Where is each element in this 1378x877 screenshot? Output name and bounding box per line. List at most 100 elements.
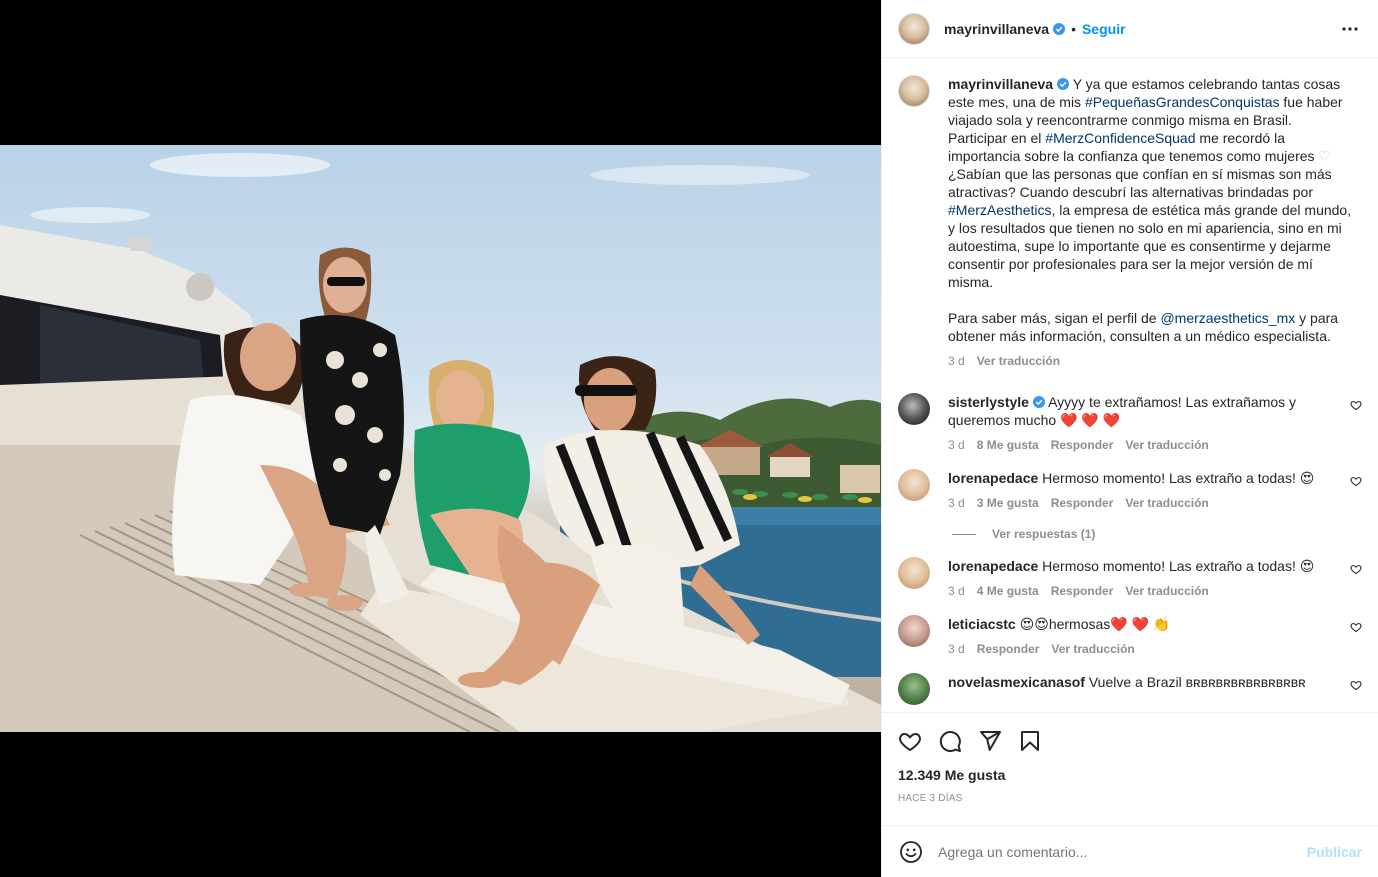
hashtag-link[interactable]: #MerzAesthetics (948, 202, 1051, 218)
comment-item: lorenapedace Hermoso momento! Las extrañ… (898, 557, 1362, 599)
commenter-username[interactable]: lorenapedace (948, 558, 1038, 574)
hearts-emoji: ❤️ ❤️ ❤️ (1060, 412, 1121, 428)
hearts-clap-emoji: ❤️ ❤️ 👏 (1110, 616, 1171, 632)
small-heart-icon[interactable] (1350, 563, 1362, 575)
commenter-username[interactable]: novelasmexicanasof (948, 674, 1085, 690)
hashtag-link[interactable]: #MerzConfidenceSquad (1045, 130, 1195, 146)
comment-text: Hermoso momento! Las extraño a todas! (1042, 558, 1300, 574)
caption-username[interactable]: mayrinvillaneva (948, 76, 1053, 92)
hashtag-link[interactable]: #PequeñasGrandesConquistas (1085, 94, 1280, 110)
small-heart-icon[interactable] (1350, 475, 1362, 487)
post-timestamp[interactable]: Hace 3 días (898, 793, 1362, 804)
comment-time: 3 d (948, 584, 965, 598)
small-heart-icon[interactable] (1350, 679, 1362, 691)
comment-meta: 3 d Responder Ver traducción (948, 641, 1334, 657)
verified-badge-icon (1057, 78, 1070, 90)
emoji-icon (900, 840, 922, 863)
comment-composer: Publicar (882, 825, 1378, 877)
caption-text: Para saber más, sigan el perfil de (948, 310, 1161, 326)
comment-body: leticiacstc 😍😍hermosas❤️ ❤️ 👏 3 d Respon… (948, 615, 1362, 657)
caption-time: 3 d (948, 354, 965, 368)
caption-body: mayrinvillaneva Y ya que estamos celebra… (948, 75, 1362, 369)
share-button[interactable] (970, 721, 1010, 761)
translate-button[interactable]: Ver traducción (1051, 641, 1134, 657)
commenter-username[interactable]: leticiacstc (948, 616, 1016, 632)
separator-dot: • (1071, 20, 1076, 37)
action-icons (898, 713, 1362, 769)
post-photo[interactable] (0, 145, 881, 732)
white-heart-emoji: ♡ (1318, 148, 1331, 164)
comment-body: lorenapedace Hermoso momento! Las extrañ… (948, 557, 1362, 599)
comment-button[interactable] (930, 721, 970, 761)
comment-text: hermosas (1048, 616, 1111, 632)
small-heart-icon[interactable] (1350, 621, 1362, 633)
small-heart-icon[interactable] (1350, 399, 1362, 411)
like-button[interactable] (890, 721, 930, 761)
comment-item: lorenapedace Hermoso momento! Las extrañ… (898, 469, 1362, 511)
heart-eyes-emoji: 😍 (1299, 470, 1315, 486)
commenter-username[interactable]: sisterlystyle (948, 394, 1029, 410)
likes-count[interactable]: 12.349 Me gusta (898, 767, 1362, 783)
caption-meta: 3 d Ver traducción (948, 353, 1354, 369)
caption-text: ¿Sabían que las personas que confían en … (948, 166, 1332, 200)
comment-body: sisterlystyle Ayyyy te extrañamos! Las e… (948, 393, 1362, 453)
comment-text: Vuelve a Brazil ʙʀʙʀʙʀʙʀʙʀʙʀʙʀʙʀ (1088, 674, 1306, 690)
comment-item: sisterlystyle Ayyyy te extrañamos! Las e… (898, 393, 1362, 453)
heart-eyes-emoji: 😍 (1299, 558, 1315, 574)
comment-time: 3 d (948, 438, 965, 452)
comment-body: novelasmexicanasof Vuelve a Brazil ʙʀʙʀʙ… (948, 673, 1362, 705)
caption-paragraph-1: mayrinvillaneva Y ya que estamos celebra… (948, 75, 1354, 291)
translate-button[interactable]: Ver traducción (977, 353, 1060, 369)
caption-paragraph-2: Para saber más, sigan el perfil de @merz… (948, 309, 1354, 345)
translate-button[interactable]: Ver traducción (1125, 495, 1208, 511)
save-icon (1021, 731, 1039, 751)
comment-icon (939, 731, 961, 752)
share-icon (980, 731, 1001, 751)
post-actions: 12.349 Me gusta Hace 3 días (882, 712, 1378, 804)
comment-body: lorenapedace Hermoso momento! Las extrañ… (948, 469, 1362, 511)
translate-button[interactable]: Ver traducción (1125, 437, 1208, 453)
comment-meta: 3 d 8 Me gusta Responder Ver traducción (948, 437, 1334, 453)
commenter-avatar[interactable] (898, 615, 930, 647)
author-username[interactable]: mayrinvillaneva (944, 21, 1049, 37)
publish-button[interactable]: Publicar (1307, 844, 1362, 860)
post-media (0, 0, 881, 877)
comment-time: 3 d (948, 496, 965, 510)
photo-illustration (0, 153, 881, 732)
more-options-button[interactable] (1338, 17, 1362, 41)
save-button[interactable] (1010, 721, 1050, 761)
author-info: mayrinvillaneva • Seguir (944, 21, 1126, 37)
follow-button[interactable]: Seguir (1082, 21, 1126, 37)
author-avatar[interactable] (898, 12, 930, 45)
caption-avatar[interactable] (898, 75, 930, 107)
reply-button[interactable]: Responder (1051, 495, 1114, 511)
comments-list[interactable]: mayrinvillaneva Y ya que estamos celebra… (882, 59, 1378, 712)
verified-badge-icon (1053, 22, 1066, 35)
comment-item: novelasmexicanasof Vuelve a Brazil ʙʀʙʀʙ… (898, 673, 1362, 705)
commenter-avatar[interactable] (898, 557, 930, 589)
more-options-icon (1342, 26, 1358, 31)
comment-meta: 3 d 3 Me gusta Responder Ver traducción (948, 495, 1334, 511)
reply-button[interactable]: Responder (1051, 583, 1114, 599)
comment-input[interactable] (938, 843, 1307, 860)
comment-item: leticiacstc 😍😍hermosas❤️ ❤️ 👏 3 d Respon… (898, 615, 1362, 657)
reply-button[interactable]: Responder (977, 641, 1040, 657)
verified-badge-icon (1032, 396, 1045, 408)
translate-button[interactable]: Ver traducción (1125, 583, 1208, 599)
comment-likes[interactable]: 8 Me gusta (977, 437, 1039, 453)
view-replies-label: Ver respuestas (1) (992, 527, 1096, 541)
comment-likes[interactable]: 3 Me gusta (977, 495, 1039, 511)
commenter-username[interactable]: lorenapedace (948, 470, 1038, 486)
comment-meta: 3 d 4 Me gusta Responder Ver traducción (948, 583, 1334, 599)
replies-line (952, 533, 976, 535)
commenter-avatar[interactable] (898, 469, 930, 501)
comment-text: Hermoso momento! Las extraño a todas! (1042, 470, 1300, 486)
mention-link[interactable]: @merzaesthetics_mx (1160, 310, 1295, 326)
reply-button[interactable]: Responder (1051, 437, 1114, 453)
commenter-avatar[interactable] (898, 393, 930, 425)
commenter-avatar[interactable] (898, 673, 930, 705)
post-caption: mayrinvillaneva Y ya que estamos celebra… (898, 75, 1362, 369)
view-replies-button[interactable]: Ver respuestas (1) (952, 527, 1362, 541)
emoji-picker-button[interactable] (898, 839, 924, 865)
comment-likes[interactable]: 4 Me gusta (977, 583, 1039, 599)
